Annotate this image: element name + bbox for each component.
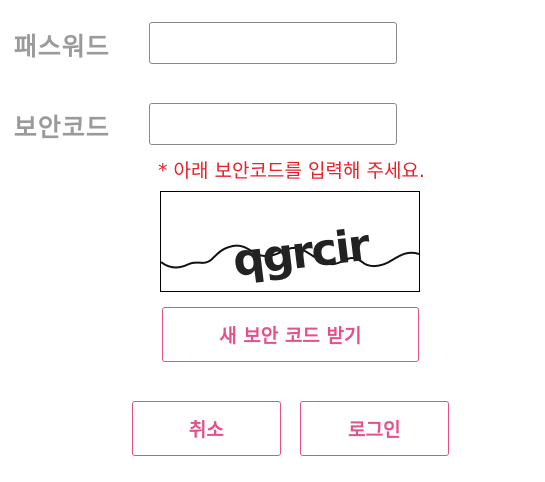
password-label: 패스워드 — [14, 32, 111, 61]
login-button[interactable]: 로그인 — [300, 401, 449, 456]
security-code-notice: * 아래 보안코드를 입력해 주세요. — [158, 160, 425, 182]
password-input[interactable] — [149, 22, 397, 64]
security-code-label: 보안코드 — [14, 113, 111, 142]
security-code-input[interactable] — [149, 103, 397, 145]
captcha-image: qgrcir — [160, 191, 420, 292]
captcha-text: qgrcir — [230, 219, 373, 286]
new-security-code-button[interactable]: 새 보안 코드 받기 — [162, 307, 419, 362]
cancel-button[interactable]: 취소 — [132, 401, 281, 456]
